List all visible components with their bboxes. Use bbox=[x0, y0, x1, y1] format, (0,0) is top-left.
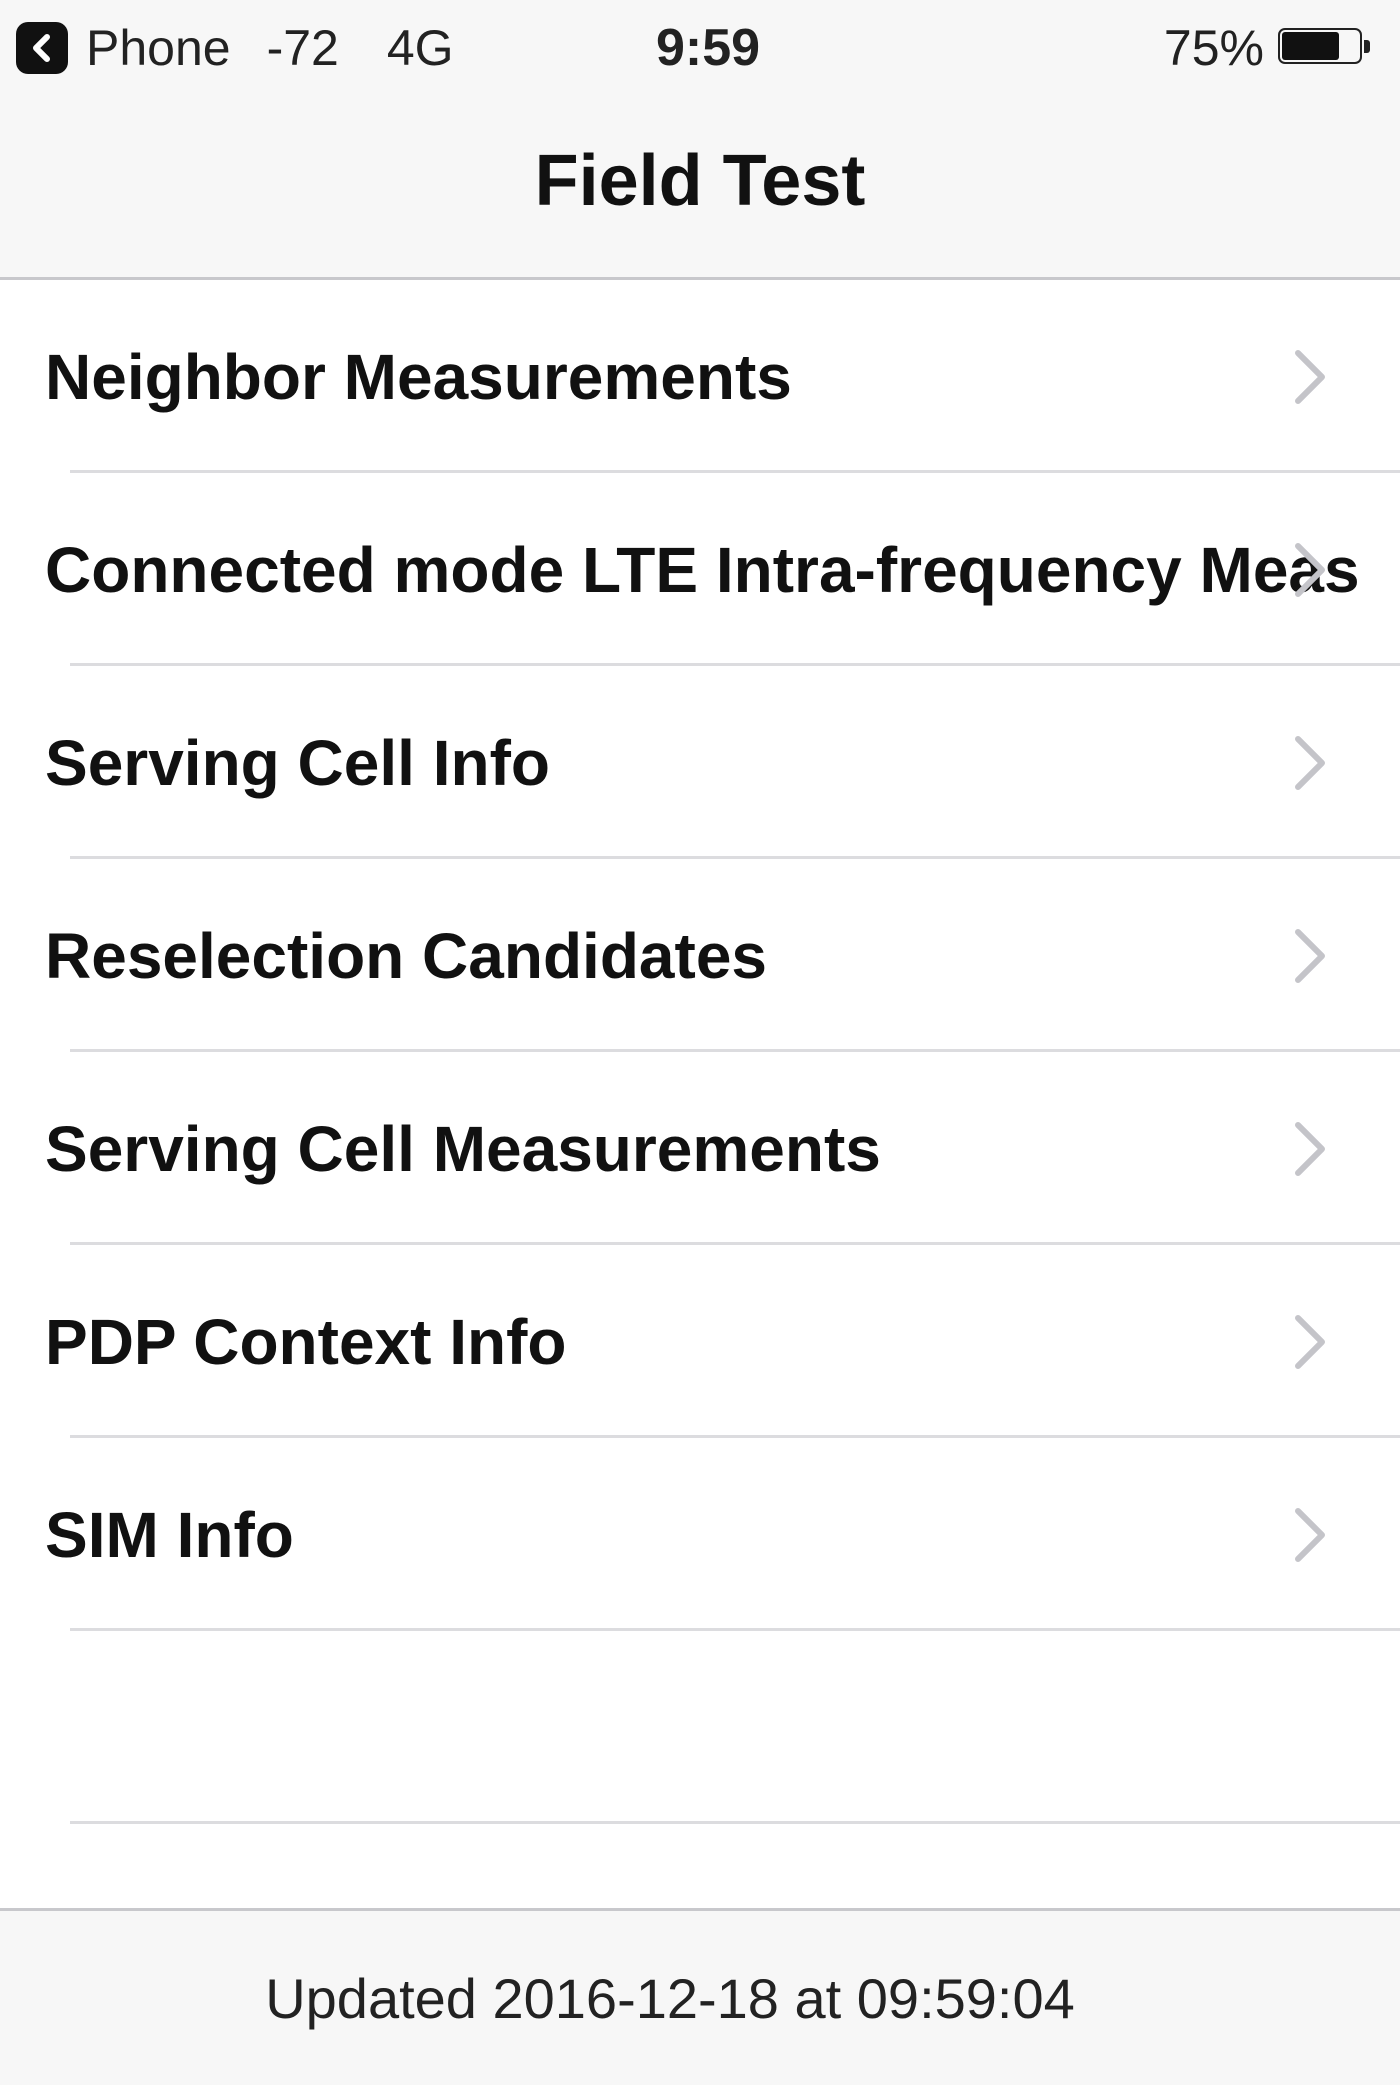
list-item-label: Serving Cell Measurements bbox=[45, 1112, 881, 1185]
last-updated-label: Updated 2016-12-18 at 09:59:04 bbox=[265, 1966, 1075, 2030]
battery-fill bbox=[1282, 32, 1339, 60]
list-item-label: Neighbor Measurements bbox=[45, 340, 792, 413]
chevron-right-icon bbox=[1295, 735, 1325, 790]
list-item-pdp-context-info[interactable]: PDP Context Info bbox=[0, 1245, 1400, 1438]
list-item-serving-cell-measurements[interactable]: Serving Cell Measurements bbox=[0, 1052, 1400, 1245]
list-item-label: Serving Cell Info bbox=[45, 726, 550, 799]
chevron-right-icon bbox=[1295, 1507, 1325, 1562]
navigation-bar: Field Test bbox=[0, 96, 1400, 280]
list-item-label: Connected mode LTE Intra-frequency Meas bbox=[45, 533, 1360, 606]
status-right: 75% bbox=[1164, 16, 1374, 80]
list-item-serving-cell-info[interactable]: Serving Cell Info bbox=[0, 666, 1400, 859]
list-item-label: Reselection Candidates bbox=[45, 919, 767, 992]
page-title: Field Test bbox=[534, 141, 866, 221]
list-item-neighbor-measurements[interactable]: Neighbor Measurements bbox=[0, 280, 1400, 473]
chevron-right-icon bbox=[1295, 542, 1325, 597]
list-item-label: PDP Context Info bbox=[45, 1305, 567, 1378]
list-item-sim-info[interactable]: SIM Info bbox=[0, 1438, 1400, 1631]
list-item-connected-mode-lte[interactable]: Connected mode LTE Intra-frequency Meas bbox=[0, 473, 1400, 666]
empty-table-row bbox=[0, 1631, 1400, 1824]
chevron-right-icon bbox=[1295, 928, 1325, 983]
battery-tip bbox=[1364, 40, 1370, 53]
status-bar: Phone -72 4G 9:59 75% bbox=[0, 0, 1400, 96]
chevron-right-icon bbox=[1295, 1121, 1325, 1176]
battery-percent: 75% bbox=[1163, 20, 1264, 76]
field-test-menu-list: Neighbor Measurements Connected mode LTE… bbox=[0, 280, 1400, 1908]
chevron-right-icon bbox=[1295, 349, 1325, 404]
list-item-label: SIM Info bbox=[45, 1498, 294, 1571]
battery-icon bbox=[1278, 28, 1374, 68]
list-item-reselection-candidates[interactable]: Reselection Candidates bbox=[0, 859, 1400, 1052]
chevron-right-icon bbox=[1295, 1314, 1325, 1369]
footer-toolbar: Updated 2016-12-18 at 09:59:04 bbox=[0, 1908, 1400, 2085]
